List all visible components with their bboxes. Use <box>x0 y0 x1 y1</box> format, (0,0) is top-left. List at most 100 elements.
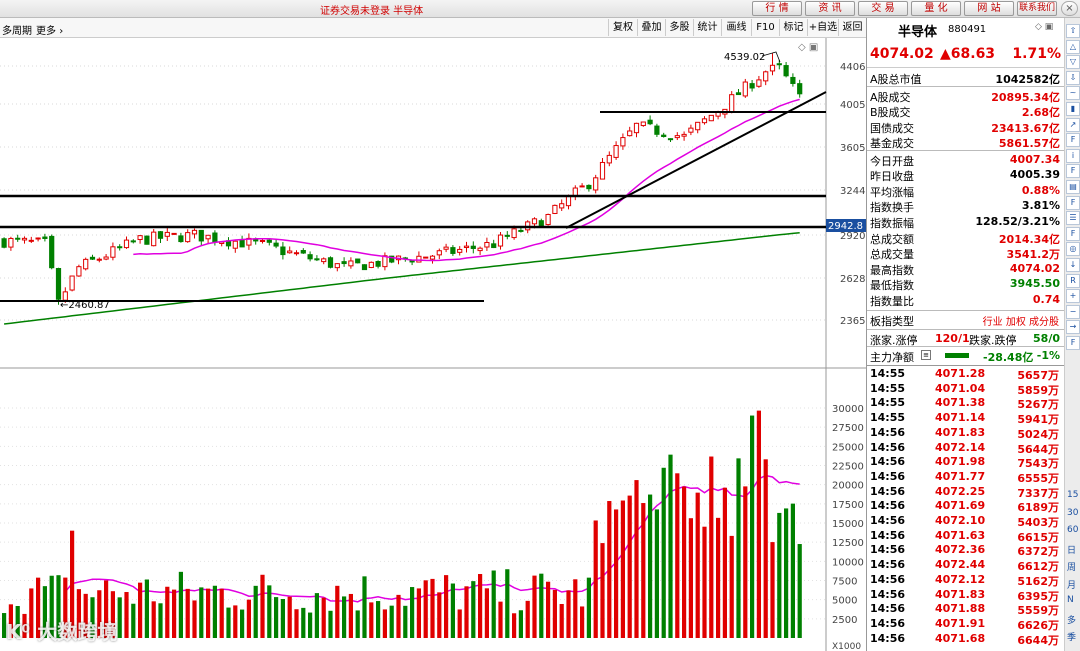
multi-period-label[interactable]: 多周期 <box>2 22 32 37</box>
volume-bar <box>600 543 605 638</box>
tick-price: 4071.91 <box>935 616 986 630</box>
candle-body <box>470 245 476 249</box>
f10-icon[interactable]: F <box>1066 133 1080 148</box>
candle-body <box>293 252 300 255</box>
price-change-pct: 1.71% <box>1012 46 1061 62</box>
minute-chart-icon[interactable]: ~ <box>1066 86 1080 101</box>
f10-button[interactable]: F10 <box>751 19 779 36</box>
plus-icon[interactable]: + <box>1066 289 1080 304</box>
price-tick-label: 2365 <box>840 316 865 327</box>
candle-body <box>42 236 48 239</box>
volume-bar <box>423 580 428 638</box>
candle-body <box>185 232 191 243</box>
flow-detail-icon[interactable]: ≡ <box>921 350 931 360</box>
quote-button[interactable]: 行 情 <box>752 1 802 16</box>
panel-options-icon[interactable]: ◇ ▣ <box>1035 22 1059 34</box>
arrow-small-icon[interactable]: ↓ <box>1066 258 1080 272</box>
mark-button[interactable]: 标记 <box>779 19 807 36</box>
stat-value: 128.52/3.21% <box>975 215 1060 228</box>
advance-decline-row: 涨家.涨停 120/1 跌家.跌停 58/0 <box>867 329 1065 347</box>
candle-body <box>667 138 674 141</box>
circle-icon[interactable]: ◎ <box>1066 242 1080 257</box>
volume-bar <box>729 535 734 638</box>
volume-bar <box>117 597 122 638</box>
period-5[interactable]: 周 <box>1067 560 1076 573</box>
period-3[interactable]: 60 <box>1067 525 1078 535</box>
volume-bar <box>260 574 265 638</box>
candle-body <box>164 231 170 237</box>
volume-bar <box>607 501 612 638</box>
info-icon[interactable]: i <box>1066 148 1080 163</box>
period-1[interactable]: 15 <box>1067 490 1078 500</box>
period-7[interactable]: N <box>1067 595 1074 605</box>
volume-bar <box>376 601 381 638</box>
volume-bar <box>518 610 523 638</box>
volume-bar <box>559 603 564 638</box>
quant-button[interactable]: 量 化 <box>911 1 961 16</box>
stat-value: 1042582亿 <box>995 73 1060 86</box>
rsi-icon[interactable]: R <box>1066 273 1080 288</box>
volume-bar <box>797 544 802 638</box>
chart-toolbar: 多周期 更多 › 复权 叠加 多股 统计 画线 F10 标记 +自选 返回 <box>0 18 866 38</box>
website-button[interactable]: 网 站 <box>964 1 1014 16</box>
multi-stock-button[interactable]: 多股 <box>665 19 693 36</box>
arrow-down-outline-icon[interactable]: ▽ <box>1066 55 1080 70</box>
f5-icon[interactable]: F <box>1066 336 1080 350</box>
candle-body <box>436 250 442 256</box>
trend-icon[interactable]: ↗ <box>1066 117 1080 132</box>
kline-chart[interactable]: 4406 4005 3605 3244 2920 2628 2365 30000 27500 25… <box>0 38 866 651</box>
minus-icon[interactable]: − <box>1066 304 1080 319</box>
volume-tick-label: 22500 <box>832 462 864 473</box>
candle-body <box>1 238 7 248</box>
candle-body <box>708 114 714 122</box>
close-icon[interactable]: × <box>1061 1 1078 16</box>
arrow-down-icon[interactable]: ⇩ <box>1066 70 1080 85</box>
volume-bar <box>573 579 578 638</box>
candle-body <box>769 64 776 72</box>
list-icon[interactable]: ☰ <box>1066 211 1080 226</box>
more-menu[interactable]: 更多 › <box>36 22 63 37</box>
arrow-up-icon[interactable]: ⇧ <box>1066 24 1080 38</box>
tick-volume: 5403万 <box>1017 516 1059 529</box>
add-watchlist-button[interactable]: +自选 <box>807 19 838 36</box>
stats-button[interactable]: 统计 <box>693 19 721 36</box>
draw-line-button[interactable]: 画线 <box>721 19 751 36</box>
arrow-right-icon[interactable]: → <box>1066 320 1080 335</box>
candle-body <box>8 237 14 248</box>
candle-body <box>559 203 565 209</box>
back-button[interactable]: 返回 <box>838 19 866 36</box>
f-icon[interactable]: F <box>1066 195 1080 210</box>
tick-volume: 5859万 <box>1017 383 1059 397</box>
overlay-button[interactable]: 叠加 <box>637 19 665 36</box>
f-alt-icon[interactable]: F <box>1066 226 1080 241</box>
candle <box>49 234 55 270</box>
arrow-up-outline-icon[interactable]: △ <box>1066 39 1080 54</box>
tick-time: 14:56 <box>870 484 906 498</box>
period-6[interactable]: 月 <box>1067 578 1076 591</box>
candle-body <box>749 83 755 89</box>
volume-bar <box>158 603 163 638</box>
adjust-button[interactable]: 复权 <box>608 19 637 36</box>
tick-price: 4071.14 <box>935 411 986 425</box>
news-button[interactable]: 资 讯 <box>805 1 855 16</box>
period-8[interactable]: 多 <box>1067 613 1076 626</box>
tick-row: 14:56 4072.10 5403万 <box>867 514 1065 529</box>
kline-chart-icon[interactable]: ▮ <box>1066 102 1080 116</box>
period-4[interactable]: 日 <box>1067 543 1076 556</box>
candle <box>355 258 361 264</box>
trade-button[interactable]: 交 易 <box>858 1 908 16</box>
f10-alt-icon[interactable]: F <box>1066 164 1080 179</box>
stat-value: 3541.2万 <box>1006 248 1060 261</box>
period-2[interactable]: 30 <box>1067 508 1078 518</box>
tick-time: 14:55 <box>870 367 906 380</box>
table-icon[interactable]: ▤ <box>1066 180 1080 194</box>
flow-label: 主力净额 <box>870 351 914 364</box>
tick-row: 14:56 4072.25 7337万 <box>867 485 1065 500</box>
board-type-links[interactable]: 行业 加权 成分股 <box>983 313 1059 328</box>
contact-button[interactable]: 联系我们 <box>1017 1 1057 16</box>
period-9[interactable]: 季 <box>1067 630 1076 643</box>
tick-list[interactable]: 14:55 4071.28 5657万 14:55 4071.04 5859万 14:55 4… <box>867 365 1065 647</box>
tick-row: 14:56 4072.44 6612万 <box>867 558 1065 573</box>
volume-bar <box>287 596 292 638</box>
chart-grid <box>0 38 866 651</box>
